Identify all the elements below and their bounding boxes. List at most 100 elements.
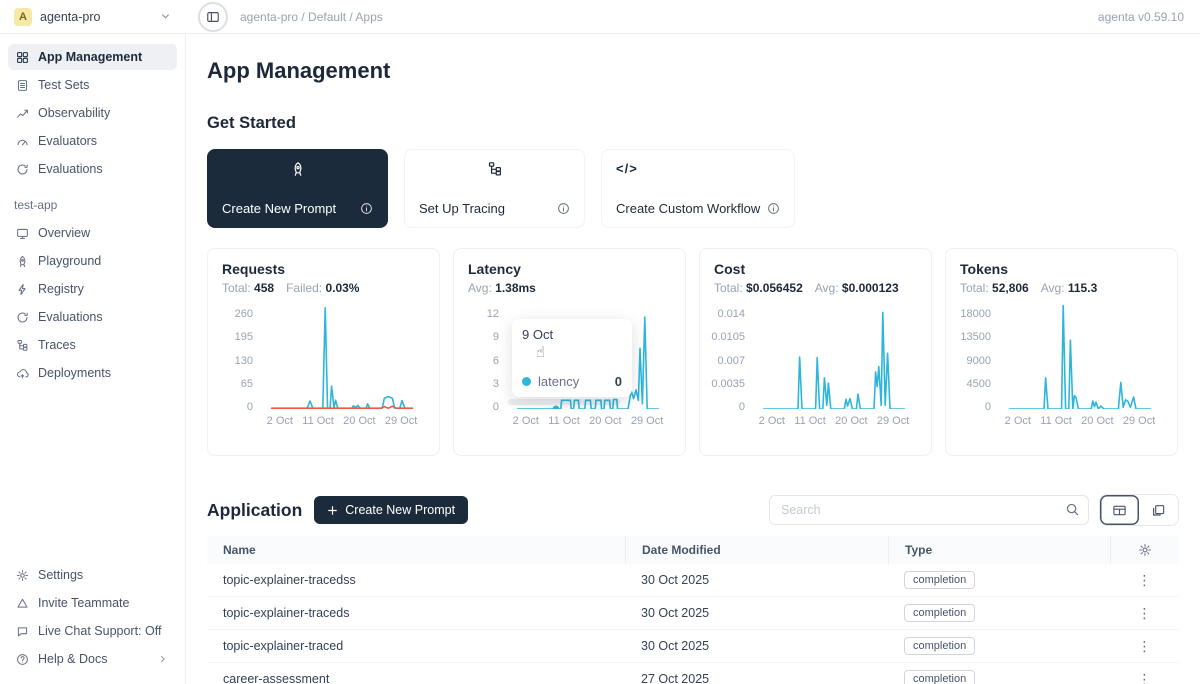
chart-plot[interactable] <box>262 305 422 409</box>
chart-stats: Total: $0.056452Avg: $0.000123 <box>714 281 917 295</box>
info-icon[interactable] <box>767 202 780 215</box>
sidebar-item-app-management[interactable]: App Management <box>8 44 177 70</box>
x-tick: 11 Oct <box>794 415 826 427</box>
tooltip-value: 0 <box>615 374 622 389</box>
sidebar-item-observability[interactable]: Observability <box>8 100 177 126</box>
create-custom-workflow-card[interactable]: </> Create Custom Workflow <box>601 149 795 228</box>
sidebar-item-label: Evaluators <box>38 134 97 148</box>
table-row-topic-explainer-tracedss[interactable]: topic-explainer-tracedss 30 Oct 2025 com… <box>207 564 1179 597</box>
y-tick: 12 <box>487 309 499 320</box>
sidebar-item-evaluations[interactable]: Evaluations <box>8 304 177 330</box>
y-tick: 0.0105 <box>711 332 745 343</box>
sidebar-item-label: Playground <box>38 254 101 268</box>
x-tick: 29 Oct <box>877 415 909 427</box>
topbar: A agenta-pro agenta-pro / Default / Apps… <box>0 0 1200 34</box>
search-icon[interactable] <box>1065 502 1080 517</box>
tree-icon <box>16 339 29 352</box>
sidebar-item-registry[interactable]: Registry <box>8 276 177 302</box>
sidebar-item-test-sets[interactable]: Test Sets <box>8 72 177 98</box>
sidebar-item-evaluators[interactable]: Evaluators <box>8 128 177 154</box>
type-badge: completion <box>904 571 975 589</box>
app-root: A agenta-pro agenta-pro / Default / Apps… <box>0 0 1200 684</box>
sidebar-item-label: App Management <box>38 50 142 64</box>
breadcrumb: agenta-pro / Default / Apps <box>240 10 383 24</box>
charts-row: Requests Total: 458Failed: 0.03% 2601951… <box>207 248 1179 456</box>
sidebar-item-label: Registry <box>38 282 84 296</box>
x-tick: 2 Oct <box>759 415 785 427</box>
sidebar-item-label: Invite Teammate <box>38 596 129 610</box>
chart-plot[interactable] <box>1000 305 1160 409</box>
card-view-button[interactable] <box>1139 495 1178 525</box>
sidebar-item-label: Test Sets <box>38 78 89 92</box>
table-view-button[interactable] <box>1100 495 1139 525</box>
rocket-icon <box>222 161 373 177</box>
sidebar-toggle-button[interactable] <box>198 2 228 32</box>
main-content: App Management Get Started Create New Pr… <box>186 34 1200 684</box>
workspace-selector[interactable]: A agenta-pro <box>0 8 186 26</box>
sidebar-item-live-chat-support-off[interactable]: Live Chat Support: Off <box>8 618 177 644</box>
sidebar-nav-footer: Settings Invite Teammate Live Chat Support… <box>8 562 177 672</box>
get-started-title: Get Started <box>207 114 1179 133</box>
sidebar-item-traces[interactable]: Traces <box>8 332 177 358</box>
cloud-icon <box>16 367 29 380</box>
table-row-topic-explainer-traced[interactable]: topic-explainer-traced 30 Oct 2025 compl… <box>207 630 1179 663</box>
info-icon[interactable] <box>557 202 570 215</box>
column-date-modified[interactable]: Date Modified <box>625 536 888 564</box>
y-tick: 9 <box>493 332 499 343</box>
table-row-topic-explainer-traceds[interactable]: topic-explainer-traceds 30 Oct 2025 comp… <box>207 597 1179 630</box>
search-input[interactable] <box>769 495 1089 525</box>
application-header: Application Create New Prompt <box>207 494 1179 526</box>
table-row-career-assessment[interactable]: career-assessment 27 Oct 2025 completion… <box>207 663 1179 684</box>
x-tick: 2 Oct <box>267 415 293 427</box>
refresh-icon <box>16 163 29 176</box>
y-tick: 0 <box>247 402 253 413</box>
row-actions-menu[interactable]: ⋮ <box>1110 572 1179 589</box>
sidebar-item-help-docs[interactable]: Help & Docs <box>8 646 177 672</box>
row-actions-menu[interactable]: ⋮ <box>1110 671 1179 684</box>
chart-plot[interactable] <box>754 305 914 409</box>
chart-title: Latency <box>468 261 671 277</box>
cell-name: topic-explainer-traced <box>207 639 625 653</box>
x-tick: 11 Oct <box>548 415 580 427</box>
x-tick: 29 Oct <box>1123 415 1155 427</box>
chart-stats: Total: 52,806Avg: 115.3 <box>960 281 1163 295</box>
x-tick: 20 Oct <box>1081 415 1113 427</box>
sidebar-item-invite-teammate[interactable]: Invite Teammate <box>8 590 177 616</box>
cell-type: completion <box>888 604 1110 622</box>
row-actions-menu[interactable]: ⋮ <box>1110 605 1179 622</box>
y-tick: 260 <box>235 309 253 320</box>
create-new-prompt-card[interactable]: Create New Prompt <box>207 149 388 228</box>
column-type[interactable]: Type <box>888 536 1110 564</box>
y-tick: 6 <box>493 356 499 367</box>
type-badge: completion <box>904 670 975 684</box>
y-tick: 13500 <box>960 332 991 343</box>
info-icon[interactable] <box>360 202 373 215</box>
x-axis: 2 Oct11 Oct20 Oct29 Oct <box>1000 409 1160 427</box>
chart-card-cost: Cost Total: $0.056452Avg: $0.000123 0.01… <box>699 248 932 456</box>
chart-card-tokens: Tokens Total: 52,806Avg: 115.3 180001350… <box>945 248 1178 456</box>
x-axis: 2 Oct11 Oct20 Oct29 Oct <box>262 409 422 427</box>
cell-type: completion <box>888 637 1110 655</box>
sidebar-item-deployments[interactable]: Deployments <box>8 360 177 386</box>
row-actions-menu[interactable]: ⋮ <box>1110 638 1179 655</box>
rocket-icon <box>16 255 29 268</box>
set-up-tracing-card[interactable]: Set Up Tracing <box>404 149 585 228</box>
chevron-down-icon <box>159 10 172 23</box>
card-label: Set Up Tracing <box>419 201 505 216</box>
column-settings-gear-icon[interactable] <box>1138 543 1152 557</box>
create-new-prompt-button[interactable]: Create New Prompt <box>314 496 468 524</box>
sidebar-item-settings[interactable]: Settings <box>8 562 177 588</box>
gear-icon <box>16 569 29 582</box>
sidebar-item-overview[interactable]: Overview <box>8 220 177 246</box>
button-label: Create New Prompt <box>345 503 455 517</box>
sidebar-item-evaluations[interactable]: Evaluations <box>8 156 177 182</box>
sidebar-panel-icon <box>206 10 220 24</box>
sidebar-item-playground[interactable]: Playground <box>8 248 177 274</box>
get-started-cards: Create New Prompt Set Up Tracing <box>207 149 1179 228</box>
y-tick: 65 <box>241 379 253 390</box>
cell-name: topic-explainer-traceds <box>207 606 625 620</box>
chart-card-requests: Requests Total: 458Failed: 0.03% 2601951… <box>207 248 440 456</box>
column-name[interactable]: Name <box>207 536 625 564</box>
table-header: Name Date Modified Type <box>207 536 1179 564</box>
page-title: App Management <box>207 56 1179 86</box>
